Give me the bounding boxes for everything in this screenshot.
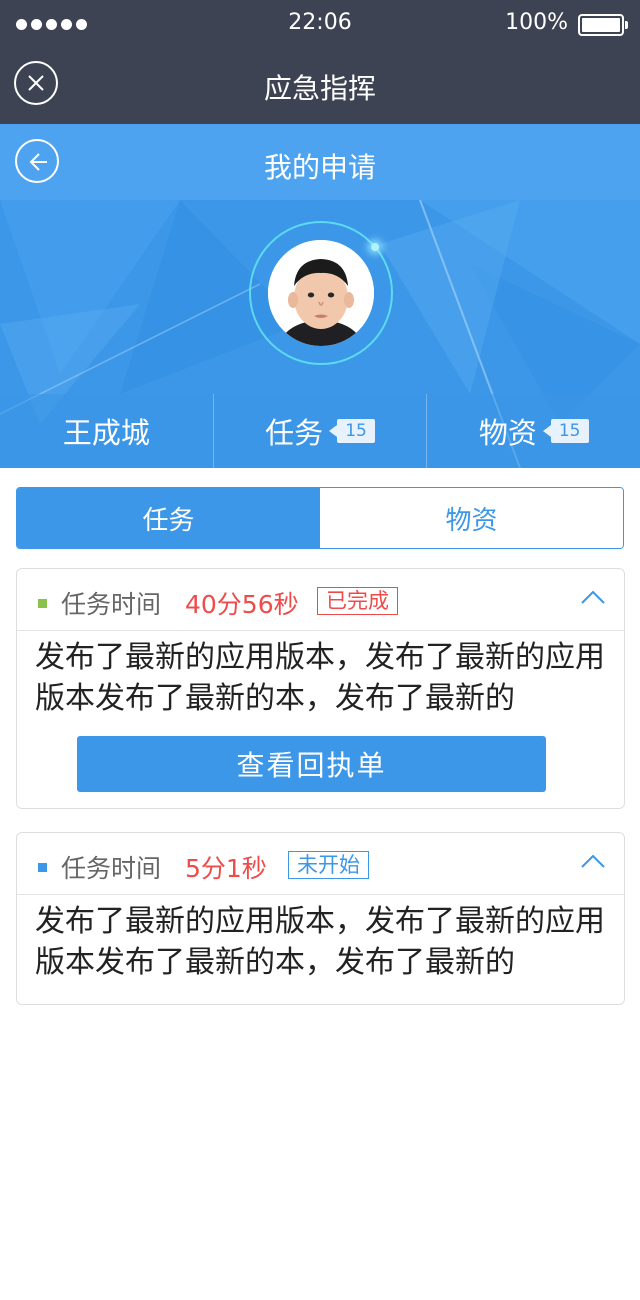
task-description: 发布了最新的应用版本，发布了最新的应用版本发布了最新的本，发布了最新的 xyxy=(35,904,605,980)
segmented-tabs: 任务 物资 xyxy=(16,487,624,549)
battery-icon xyxy=(578,14,628,36)
status-badge: 未开始 xyxy=(288,851,369,879)
task-time-label: 任务时间 xyxy=(61,854,162,883)
view-receipt-button[interactable]: 查看回执单 xyxy=(77,736,546,792)
task-description: 发布了最新的应用版本，发布了最新的应用版本发布了最新的本，发布了最新的 xyxy=(35,640,605,716)
task-time-value: 5分1秒 xyxy=(185,854,267,883)
tab-supplies[interactable]: 物资 xyxy=(320,488,623,548)
page-title: 我的申请 xyxy=(263,151,376,184)
chevron-up-icon[interactable] xyxy=(580,853,606,869)
stat-supplies[interactable]: 物资 15 xyxy=(427,394,640,468)
task-card-header[interactable]: 任务时间 40分56秒 已完成 xyxy=(17,569,624,631)
status-dot xyxy=(38,863,47,872)
task-time-value: 40分56秒 xyxy=(185,590,299,619)
profile-stats: 王成城 任务 15 物资 15 xyxy=(0,394,640,468)
chevron-up-icon[interactable] xyxy=(580,589,606,605)
nav-title: 应急指挥 xyxy=(263,72,376,105)
stat-tasks[interactable]: 任务 15 xyxy=(214,394,428,468)
status-badge: 已完成 xyxy=(317,587,398,615)
status-bar: 22:06 100% xyxy=(0,0,640,50)
profile-name: 王成城 xyxy=(0,394,214,468)
task-card: 任务时间 5分1秒 未开始 发布了最新的应用版本，发布了最新的应用版本发布了最新… xyxy=(16,832,625,1005)
task-time-label: 任务时间 xyxy=(61,590,162,619)
stat-tasks-label: 任务 xyxy=(265,416,324,450)
profile-name-label: 王成城 xyxy=(62,416,150,450)
profile-header: 我的申请 王成城 任务 15 物资 15 xyxy=(0,124,640,468)
avatar[interactable] xyxy=(268,240,374,346)
task-card-header[interactable]: 任务时间 5分1秒 未开始 xyxy=(17,833,624,895)
battery-percentage: 100% xyxy=(505,10,568,35)
tab-tasks[interactable]: 任务 xyxy=(17,488,320,548)
status-dot xyxy=(38,599,47,608)
stat-tasks-count: 15 xyxy=(329,419,375,443)
sub-header: 我的申请 xyxy=(0,124,640,200)
stat-supplies-label: 物资 xyxy=(478,416,537,450)
stat-supplies-count: 15 xyxy=(542,419,589,443)
task-card: 任务时间 40分56秒 已完成 发布了最新的应用版本，发布了最新的应用版本发布了… xyxy=(16,568,625,809)
nav-bar: 应急指挥 xyxy=(0,50,640,124)
